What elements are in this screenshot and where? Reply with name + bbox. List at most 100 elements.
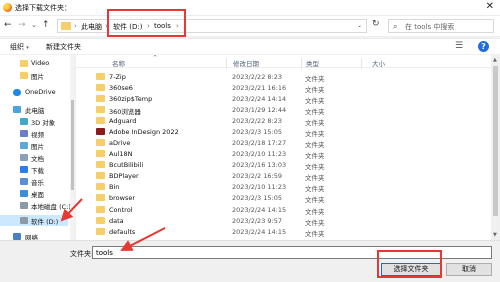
file-type: 文件夹	[305, 208, 325, 216]
sidebar-item-pictures[interactable]: 图片	[0, 140, 68, 151]
address-highlight-box	[107, 9, 186, 37]
close-icon[interactable]: ✕	[486, 1, 494, 12]
file-name: Bin	[109, 183, 120, 191]
file-row[interactable]: Adobe InDesign 2022 2023/2/3 15:05 文件夹	[90, 127, 390, 138]
file-type: 文件夹	[305, 130, 325, 138]
new-folder-button[interactable]: 新建文件夹	[46, 42, 81, 52]
back-arrow-icon[interactable]: ←	[4, 20, 12, 30]
file-type: 文件夹	[305, 97, 325, 105]
file-name: Adobe InDesign 2022	[109, 128, 179, 136]
file-row[interactable]: Aul18N 2023/2/10 11:23 文件夹	[90, 149, 390, 160]
column-divider[interactable]	[361, 58, 362, 69]
sidebar-item-videos[interactable]: 视频	[0, 128, 68, 139]
sidebar-item-label: 视频	[31, 131, 44, 139]
file-row[interactable]: browser 2023/2/3 15:05 文件夹	[90, 193, 390, 204]
view-options-icon[interactable]: ☰	[455, 41, 463, 51]
sidebar-item-3d-objects[interactable]: 3D 对象	[0, 116, 68, 127]
file-date: 2023/1/29 12:44	[232, 106, 287, 114]
breadcrumb-this-pc[interactable]: 此电脑	[81, 22, 102, 32]
file-row[interactable]: defaults 2023/2/24 14:15 文件夹	[90, 227, 390, 238]
file-row[interactable]: 7-Zip 2023/2/22 8:23 文件夹	[90, 72, 390, 83]
file-name: 360浏览器	[109, 108, 141, 116]
file-date: 2023/2/23 9:57	[232, 217, 282, 225]
scroll-down-icon[interactable]: ▼	[493, 232, 497, 238]
search-placeholder: 在 tools 中搜索	[405, 23, 455, 31]
sidebar-item-onedrive[interactable]: OneDrive	[0, 87, 68, 98]
sidebar-item-label: 下载	[31, 167, 44, 175]
file-row[interactable]: 360se6 2023/2/21 16:16 文件夹	[90, 83, 390, 94]
cancel-button[interactable]: 取消	[446, 263, 492, 276]
sidebar-item-music[interactable]: 音乐	[0, 176, 68, 187]
video-icon	[20, 130, 28, 137]
computer-icon	[13, 106, 21, 113]
sidebar-item-label: 软件 (D:)	[31, 218, 59, 226]
file-row[interactable]: BcutBilibili 2023/2/16 13:03 文件夹	[90, 160, 390, 171]
file-name: Aul18N	[109, 150, 133, 158]
sort-ascending-icon: ^	[153, 55, 158, 61]
file-row[interactable]: 360浏览器 2023/1/29 12:44 文件夹	[90, 105, 390, 116]
sidebar-item-this-pc[interactable]: 此电脑	[0, 104, 68, 115]
column-header-name[interactable]: 名称	[112, 58, 125, 68]
sidebar-item-desktop[interactable]: 桌面	[0, 188, 68, 199]
file-type: 文件夹	[305, 230, 325, 238]
column-divider[interactable]	[301, 58, 302, 69]
sidebar-item-documents[interactable]: 文档	[0, 152, 68, 163]
organize-menu[interactable]: 组织 ▾	[10, 42, 29, 52]
folder-icon	[96, 206, 105, 213]
folder-icon	[96, 194, 105, 201]
sidebar-item-drive-c[interactable]: 本地磁盘 (C:)	[0, 200, 71, 211]
file-date: 2023/2/16 13:03	[232, 161, 287, 169]
file-row[interactable]: Control 2023/2/24 14:15 文件夹	[90, 205, 390, 216]
folder-icon	[20, 72, 28, 79]
column-header-date[interactable]: 修改日期	[233, 58, 259, 68]
select-button-highlight-box	[377, 250, 442, 278]
file-list: 名称 ^ 修改日期 类型 大小 7-Zip 2023/2/22 8:23 文件夹 3…	[76, 55, 500, 240]
file-name: Adguard	[109, 117, 137, 125]
file-name: BDPlayer	[109, 172, 139, 180]
sidebar-item-drive-d[interactable]: 软件 (D:)	[0, 215, 68, 226]
picture-icon	[20, 142, 28, 149]
file-date: 2023/2/22 8:23	[232, 117, 282, 125]
folder-icon	[61, 22, 71, 30]
file-type: 文件夹	[305, 174, 325, 182]
folder-icon	[96, 228, 105, 235]
column-divider[interactable]	[226, 58, 227, 69]
forward-arrow-icon[interactable]: →	[18, 20, 26, 30]
sidebar-item-pictures-fav[interactable]: 图片	[0, 70, 68, 81]
refresh-icon[interactable]: ↻	[372, 19, 380, 29]
up-arrow-icon[interactable]: ↑	[42, 20, 50, 30]
file-row[interactable]: Adguard 2023/2/22 8:23 文件夹	[90, 116, 390, 127]
breadcrumb-separator: ›	[74, 22, 77, 30]
address-dropdown-icon[interactable]: ⌄	[357, 22, 362, 29]
help-icon[interactable]: ?	[478, 41, 489, 52]
folder-icon	[96, 95, 105, 102]
folder-icon	[96, 172, 105, 179]
file-type: 文件夹	[305, 119, 325, 127]
indesign-folder-icon	[96, 128, 105, 135]
column-header-type[interactable]: 类型	[306, 58, 319, 68]
scroll-up-icon[interactable]: ▲	[493, 57, 497, 63]
sidebar-item-video[interactable]: Video	[0, 58, 68, 69]
file-type: 文件夹	[305, 163, 325, 171]
file-name: defaults	[109, 228, 136, 236]
folder-icon	[20, 60, 28, 67]
folder-icon	[96, 106, 105, 113]
file-list-scrollbar-thumb[interactable]	[493, 66, 498, 216]
file-row[interactable]: data 2023/2/23 9:57 文件夹	[90, 216, 390, 227]
search-input[interactable]: ⌕ 在 tools 中搜索	[388, 19, 494, 33]
file-row[interactable]: BDPlayer 2023/2/2 16:59 文件夹	[90, 171, 390, 182]
sidebar-item-network[interactable]: 网络	[0, 231, 68, 240]
folder-icon	[96, 217, 105, 224]
title-bar: 选择下载文件夹： ✕	[0, 0, 500, 16]
file-row[interactable]: aDrive 2023/2/18 17:27 文件夹	[90, 138, 390, 149]
sidebar-scrollbar-thumb[interactable]	[71, 100, 74, 190]
recent-locations-dropdown-icon[interactable]: ⌄	[31, 21, 37, 29]
sidebar-item-label: 图片	[31, 143, 44, 151]
drive-icon	[20, 202, 28, 209]
sidebar-item-downloads[interactable]: 下载	[0, 164, 68, 175]
address-bar[interactable]: › 此电脑 › 软件 (D:) › tools › ⌄	[57, 19, 367, 33]
sidebar-item-label: 音乐	[31, 179, 44, 187]
file-row[interactable]: Bin 2023/2/10 11:23 文件夹	[90, 182, 390, 193]
file-row[interactable]: 360zip$Temp 2023/2/24 14:14 文件夹	[90, 94, 390, 105]
column-header-size[interactable]: 大小	[372, 58, 385, 68]
